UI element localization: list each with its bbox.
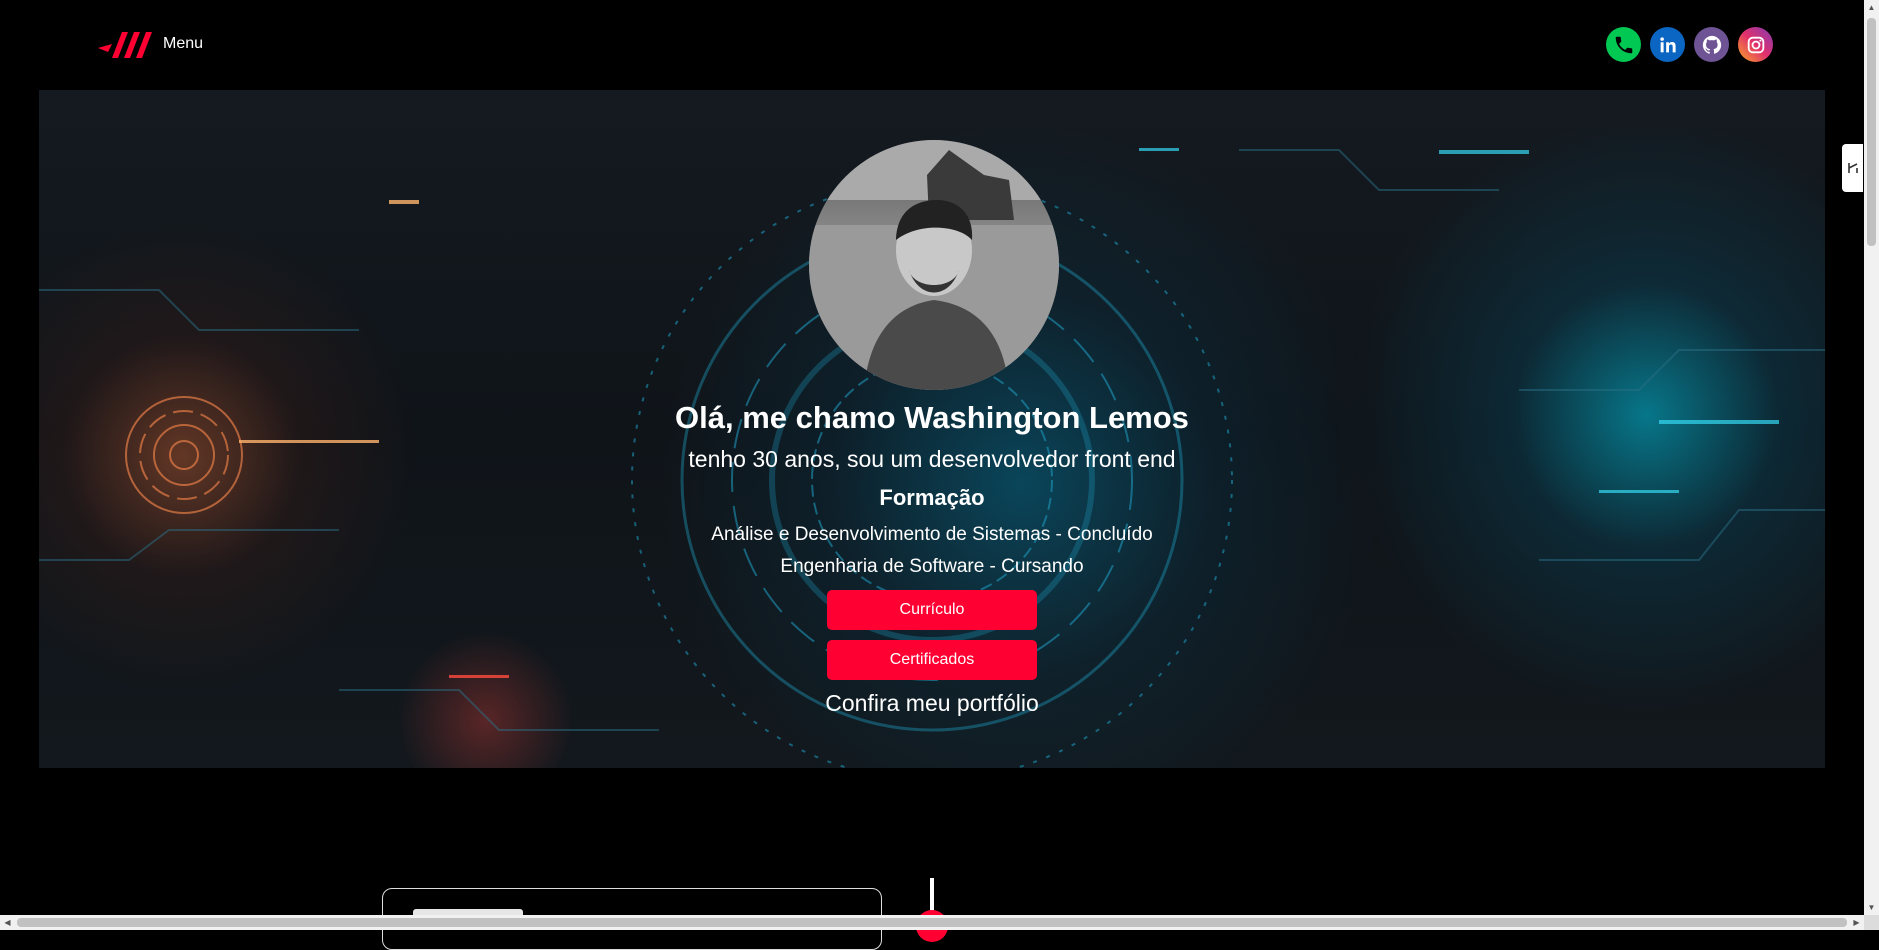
certificates-button[interactable]: Certificados <box>827 640 1037 680</box>
social-links <box>1606 27 1773 62</box>
top-navbar: Menu <box>0 0 1864 90</box>
side-panel-toggle[interactable] <box>1842 144 1863 192</box>
github-icon[interactable] <box>1694 27 1729 62</box>
phone-icon[interactable] <box>1606 27 1641 62</box>
education-item: Engenharia de Software - Cursando <box>780 556 1084 577</box>
vertical-scrollbar[interactable]: ▲ ▼ <box>1864 0 1879 915</box>
resume-button[interactable]: Currículo <box>827 590 1037 630</box>
compare-arrows-icon <box>1847 163 1858 173</box>
scroll-down-arrow-icon[interactable]: ▼ <box>1864 900 1879 915</box>
hero-tagline: tenho 30 anos, sou um desenvolvedor fron… <box>688 446 1176 472</box>
person-portrait-image <box>809 140 1059 390</box>
scroll-up-arrow-icon[interactable]: ▲ <box>1864 0 1879 15</box>
horizontal-scrollbar[interactable]: ◀ ▶ <box>0 915 1864 930</box>
vertical-scroll-thumb[interactable] <box>1867 18 1876 246</box>
menu-button[interactable]: Menu <box>163 35 203 53</box>
scroll-left-arrow-icon[interactable]: ◀ <box>0 915 15 930</box>
horizontal-scroll-thumb[interactable] <box>17 918 1847 927</box>
scrollbar-corner <box>1864 915 1879 930</box>
slashes-logo-icon[interactable] <box>98 30 154 60</box>
education-title: Formação <box>879 485 985 510</box>
hero-banner: Olá, me chamo Washington Lemos tenho 30 … <box>39 90 1825 768</box>
education-item: Análise e Desenvolvimento de Sistemas - … <box>711 524 1153 545</box>
instagram-icon[interactable] <box>1738 27 1773 62</box>
linkedin-icon[interactable] <box>1650 27 1685 62</box>
scroll-right-arrow-icon[interactable]: ▶ <box>1849 915 1864 930</box>
portfolio-link[interactable]: Confira meu portfólio <box>39 690 1825 717</box>
profile-photo <box>809 140 1059 390</box>
hero-greeting: Olá, me chamo Washington Lemos <box>675 400 1189 435</box>
